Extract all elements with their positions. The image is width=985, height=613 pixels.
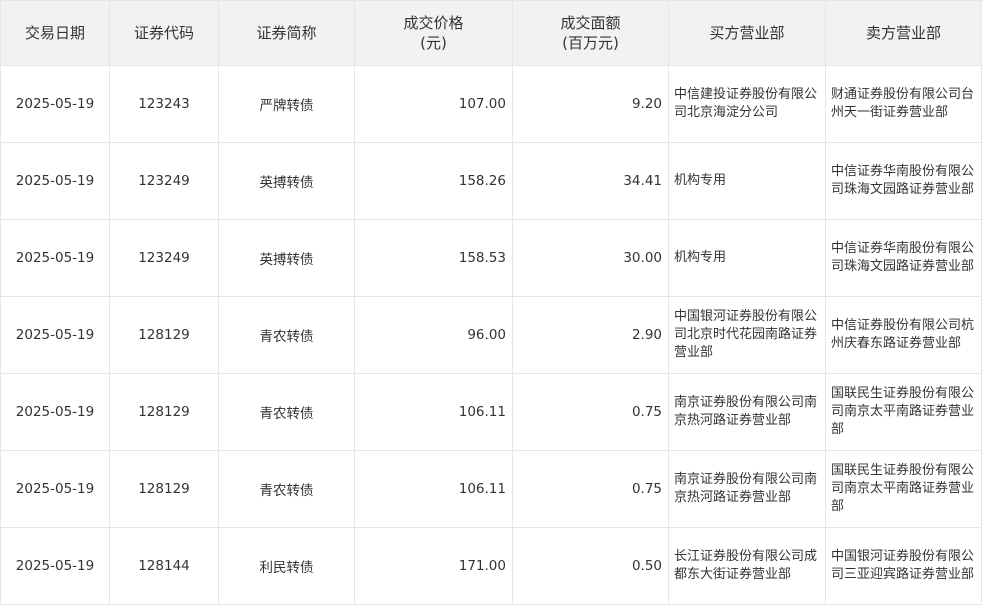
cell-trade-amount: 30.00: [512, 219, 669, 297]
table-row: 2025-05-19 123249 英搏转债 158.53 30.00 机构专用…: [0, 219, 982, 297]
cell-trade-price: 158.26: [354, 142, 513, 220]
header-trade-price-unit: (元): [420, 34, 447, 52]
cell-buyer-branch: 中国银河证券股份有限公司北京时代花园南路证券营业部: [668, 296, 826, 374]
cell-trade-amount: 0.75: [512, 450, 669, 528]
cell-trade-price: 171.00: [354, 527, 513, 605]
header-buyer-branch[interactable]: 买方营业部: [668, 0, 826, 66]
cell-seller-branch: 财通证券股份有限公司台州天一街证券营业部: [825, 65, 982, 143]
cell-buyer-branch: 南京证券股份有限公司南京热河路证券营业部: [668, 373, 826, 451]
header-trade-amount-unit: (百万元): [562, 34, 619, 52]
header-trade-price[interactable]: 成交价格 (元): [354, 0, 513, 66]
cell-security-code[interactable]: 128129: [109, 450, 219, 528]
cell-trade-amount: 34.41: [512, 142, 669, 220]
cell-trade-date: 2025-05-19: [0, 219, 110, 297]
cell-buyer-branch: 机构专用: [668, 219, 826, 297]
cell-security-name[interactable]: 英搏转债: [218, 219, 355, 297]
cell-security-code[interactable]: 123249: [109, 142, 219, 220]
block-trade-table: 交易日期 证券代码 证券简称 成交价格 (元) 成交面额 (百万元) 买方营业部…: [0, 0, 982, 605]
table-row: 2025-05-19 123249 英搏转债 158.26 34.41 机构专用…: [0, 142, 982, 220]
cell-trade-date: 2025-05-19: [0, 527, 110, 605]
cell-buyer-branch: 中信建投证券股份有限公司北京海淀分公司: [668, 65, 826, 143]
header-trade-amount-label: 成交面额: [560, 14, 621, 32]
cell-security-code[interactable]: 128144: [109, 527, 219, 605]
cell-trade-date: 2025-05-19: [0, 450, 110, 528]
table-row: 2025-05-19 128129 青农转债 106.11 0.75 南京证券股…: [0, 450, 982, 528]
cell-security-code[interactable]: 123243: [109, 65, 219, 143]
header-trade-price-label: 成交价格: [403, 14, 464, 32]
cell-trade-price: 158.53: [354, 219, 513, 297]
cell-trade-amount: 9.20: [512, 65, 669, 143]
cell-seller-branch: 中信证券股份有限公司杭州庆春东路证券营业部: [825, 296, 982, 374]
cell-security-name[interactable]: 青农转债: [218, 450, 355, 528]
cell-security-name[interactable]: 英搏转债: [218, 142, 355, 220]
cell-buyer-branch: 机构专用: [668, 142, 826, 220]
cell-trade-price: 107.00: [354, 65, 513, 143]
cell-seller-branch: 国联民生证券股份有限公司南京太平南路证券营业部: [825, 450, 982, 528]
cell-security-name[interactable]: 严牌转债: [218, 65, 355, 143]
table-row: 2025-05-19 123243 严牌转债 107.00 9.20 中信建投证…: [0, 65, 982, 143]
table-row: 2025-05-19 128129 青农转债 106.11 0.75 南京证券股…: [0, 373, 982, 451]
cell-security-code[interactable]: 128129: [109, 296, 219, 374]
cell-security-code[interactable]: 128129: [109, 373, 219, 451]
cell-trade-date: 2025-05-19: [0, 65, 110, 143]
cell-buyer-branch: 长江证券股份有限公司成都东大街证券营业部: [668, 527, 826, 605]
cell-seller-branch: 中国银河证券股份有限公司三亚迎宾路证券营业部: [825, 527, 982, 605]
cell-trade-amount: 2.90: [512, 296, 669, 374]
cell-security-name[interactable]: 青农转债: [218, 296, 355, 374]
header-seller-branch[interactable]: 卖方营业部: [825, 0, 982, 66]
cell-seller-branch: 中信证券华南股份有限公司珠海文园路证券营业部: [825, 219, 982, 297]
cell-trade-price: 106.11: [354, 373, 513, 451]
header-security-code[interactable]: 证券代码: [109, 0, 219, 66]
cell-trade-amount: 0.50: [512, 527, 669, 605]
cell-buyer-branch: 南京证券股份有限公司南京热河路证券营业部: [668, 450, 826, 528]
table-body: 2025-05-19 123243 严牌转债 107.00 9.20 中信建投证…: [0, 65, 982, 605]
header-trade-amount[interactable]: 成交面额 (百万元): [512, 0, 669, 66]
table-row: 2025-05-19 128129 青农转债 96.00 2.90 中国银河证券…: [0, 296, 982, 374]
cell-security-code[interactable]: 123249: [109, 219, 219, 297]
cell-trade-date: 2025-05-19: [0, 142, 110, 220]
cell-trade-price: 106.11: [354, 450, 513, 528]
cell-trade-amount: 0.75: [512, 373, 669, 451]
cell-security-name[interactable]: 青农转债: [218, 373, 355, 451]
cell-security-name[interactable]: 利民转债: [218, 527, 355, 605]
header-security-name[interactable]: 证券简称: [218, 0, 355, 66]
cell-trade-date: 2025-05-19: [0, 373, 110, 451]
table-row: 2025-05-19 128144 利民转债 171.00 0.50 长江证券股…: [0, 527, 982, 605]
cell-seller-branch: 中信证券华南股份有限公司珠海文园路证券营业部: [825, 142, 982, 220]
header-row: 交易日期 证券代码 证券简称 成交价格 (元) 成交面额 (百万元) 买方营业部…: [0, 0, 982, 66]
cell-seller-branch: 国联民生证券股份有限公司南京太平南路证券营业部: [825, 373, 982, 451]
cell-trade-date: 2025-05-19: [0, 296, 110, 374]
cell-trade-price: 96.00: [354, 296, 513, 374]
header-trade-date[interactable]: 交易日期: [0, 0, 110, 66]
table-header: 交易日期 证券代码 证券简称 成交价格 (元) 成交面额 (百万元) 买方营业部…: [0, 0, 982, 66]
